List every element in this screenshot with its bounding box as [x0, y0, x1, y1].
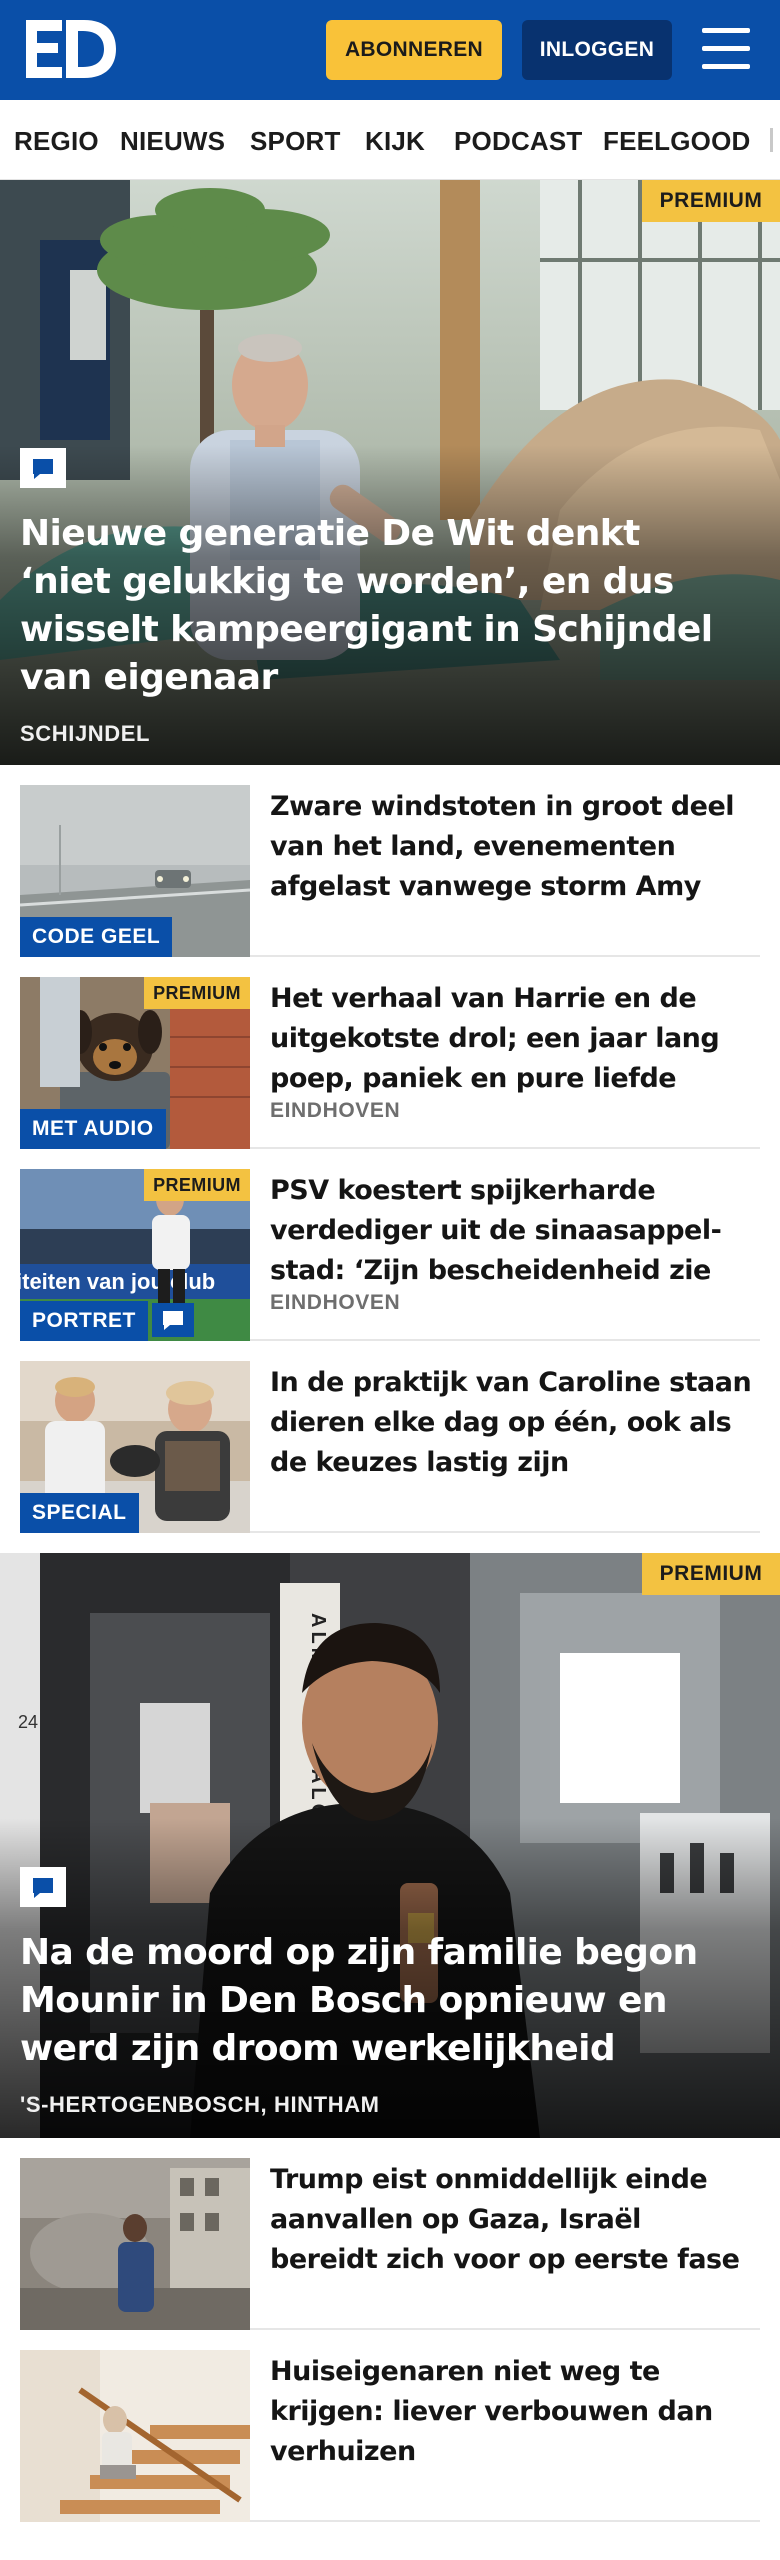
article-title[interactable]: Trump eist onmiddellijk einde aanvallen …: [270, 2160, 756, 2280]
nav-item-podcast[interactable]: PODCAST: [454, 126, 583, 157]
article-thumbnail: CODE GEEL: [20, 785, 250, 957]
comment-icon: [20, 1867, 66, 1907]
comment-icon: [20, 448, 66, 488]
article-label: PORTRET: [20, 1301, 148, 1341]
article-thumbnail: [20, 2158, 250, 2330]
article-label: MET AUDIO: [20, 1109, 166, 1149]
nav-item-sport[interactable]: SPORT: [250, 126, 341, 157]
article-thumbnail: iteiten van jou club PREMIUM PORTRET: [20, 1169, 250, 1341]
hero-article-2[interactable]: 24 ALMANAR SALON PREMIUM Na de moord op …: [0, 1553, 780, 2138]
nav-overflow-indicator: [770, 128, 773, 152]
house-number: 24: [18, 1712, 38, 1732]
premium-badge: PREMIUM: [642, 1553, 780, 1595]
article-thumbnail: [20, 2350, 250, 2522]
article-title[interactable]: Het verhaal van Harrie en de uitgekotste…: [270, 979, 756, 1099]
list-item[interactable]: SPECIAL In de praktijk van Caroline staa…: [20, 1341, 760, 1533]
site-header: ABONNEREN INLOGGEN: [0, 0, 780, 100]
premium-badge: PREMIUM: [144, 1169, 250, 1201]
article-title[interactable]: PSV koestert spijkerharde verdediger uit…: [270, 1171, 756, 1291]
article-title[interactable]: In de praktijk van Caroline staan dieren…: [270, 1363, 756, 1483]
list-item[interactable]: CODE GEEL Zware windstoten in groot deel…: [20, 765, 760, 957]
list-item[interactable]: Huiseigenaren niet weg te krijgen: lieve…: [20, 2330, 760, 2522]
hero-location: 'S-HERTOGENBOSCH, HINTHAM: [20, 2092, 380, 2117]
nav-item-regio[interactable]: REGIO: [14, 126, 99, 157]
article-location: EINDHOVEN: [270, 1099, 401, 1122]
section-nav: REGIO NIEUWS SPORT KIJK PODCAST FEELGOOD: [0, 100, 780, 180]
hero-article-1[interactable]: PREMIUM Nieuwe generatie De Wit denkt ‘n…: [0, 180, 780, 765]
hero-title[interactable]: Nieuwe generatie De Wit denkt ‘niet gelu…: [20, 510, 740, 702]
article-thumbnail: PREMIUM MET AUDIO: [20, 977, 250, 1149]
list-item[interactable]: Trump eist onmiddellijk einde aanvallen …: [20, 2138, 760, 2330]
article-label: CODE GEEL: [20, 917, 173, 957]
article-title[interactable]: Huiseigenaren niet weg te krijgen: lieve…: [270, 2352, 756, 2472]
list-item[interactable]: iteiten van jou club PREMIUM PORTRET PSV…: [20, 1149, 760, 1341]
hero-title[interactable]: Na de moord op zijn familie begon Mounir…: [20, 1929, 740, 2073]
list-item[interactable]: PREMIUM MET AUDIO Het verhaal van Harrie…: [20, 957, 760, 1149]
comment-icon: [152, 1303, 194, 1337]
stadium-banner-text: iteiten van jou club: [20, 1269, 215, 1294]
nav-item-feelgood[interactable]: FEELGOOD: [603, 126, 751, 157]
article-location: EINDHOVEN: [270, 1291, 401, 1314]
premium-badge: PREMIUM: [144, 977, 250, 1009]
login-button[interactable]: INLOGGEN: [522, 20, 672, 80]
article-title[interactable]: Zware windstoten in groot deel van het l…: [270, 787, 756, 907]
hamburger-menu-icon[interactable]: [700, 26, 752, 72]
article-label: SPECIAL: [20, 1493, 139, 1533]
premium-badge: PREMIUM: [642, 180, 780, 222]
nav-item-nieuws[interactable]: NIEUWS: [120, 126, 225, 157]
nav-item-kijk[interactable]: KIJK: [365, 126, 425, 157]
subscribe-button[interactable]: ABONNEREN: [326, 20, 502, 80]
article-thumbnail: SPECIAL: [20, 1361, 250, 1533]
ed-logo[interactable]: [26, 18, 118, 80]
hero-location: SCHIJNDEL: [20, 721, 151, 746]
